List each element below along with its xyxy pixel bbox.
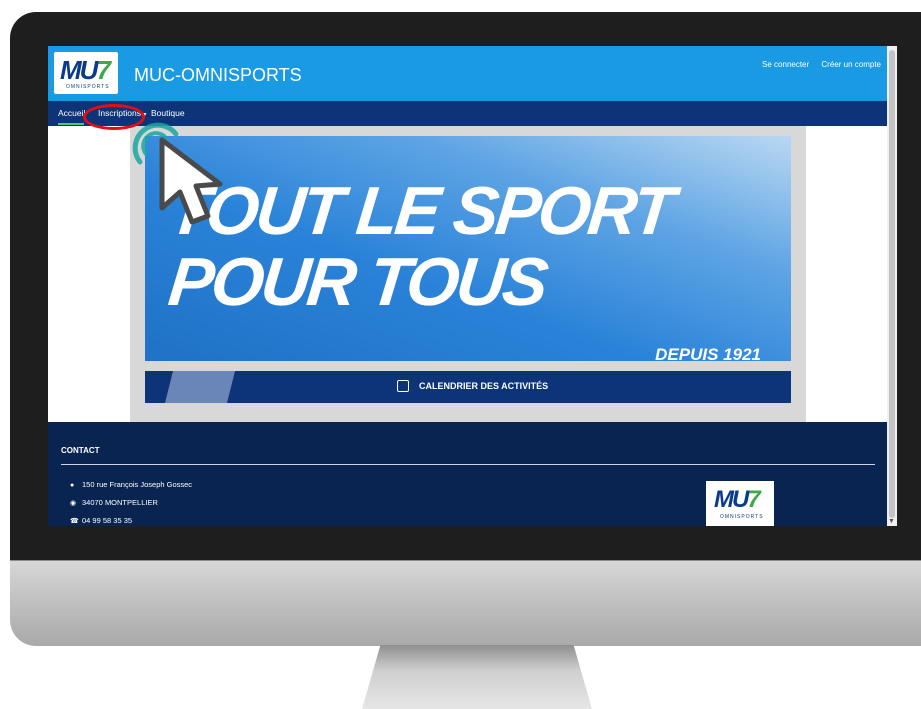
calendar-button[interactable]: CALENDRIER DES ACTIVITÉS: [145, 371, 791, 403]
mouse-pointer-icon: [159, 137, 223, 225]
footer-city-text: 34070 MONTPELLIER: [82, 498, 158, 507]
nav-item-boutique[interactable]: Boutique: [151, 108, 185, 118]
login-link[interactable]: Se connecter: [762, 60, 809, 69]
decorative-stripe: [165, 371, 235, 403]
hero-line-2: POUR TOUS: [165, 244, 550, 320]
site-logo[interactable]: MU7 OMNISPORTS: [54, 52, 118, 94]
footer-address: ● 150 rue François Joseph Gossec: [70, 480, 192, 489]
calendar-icon: [397, 380, 409, 392]
footer-logo: MU7 OMNISPORTS: [706, 481, 774, 526]
footer-logo-subtitle: OMNISPORTS: [720, 514, 764, 520]
logo-subtitle: OMNISPORTS: [66, 84, 110, 90]
footer-divider: [61, 464, 875, 465]
register-link[interactable]: Créer un compte: [821, 60, 881, 69]
account-links: Se connecter Créer un compte: [752, 60, 881, 69]
globe-icon: ◉: [70, 500, 77, 507]
footer-city: ◉ 34070 MONTPELLIER: [70, 498, 158, 507]
phone-icon: ☎: [70, 518, 79, 525]
footer-phone: ☎ 04 99 58 35 35: [70, 516, 132, 525]
scrollbar-thumb[interactable]: [889, 50, 895, 518]
logo-mark: MU7: [60, 55, 111, 85]
hero-since: DEPUIS 1921: [655, 345, 761, 361]
calendar-button-label: CALENDRIER DES ACTIVITÉS: [419, 381, 549, 391]
nav-item-accueil[interactable]: Accueil: [58, 108, 85, 118]
nav-active-indicator: [58, 123, 84, 125]
vertical-scrollbar[interactable]: ▼: [887, 46, 897, 526]
map-marker-icon: ●: [70, 482, 75, 489]
monitor-chin: [10, 560, 921, 646]
site-header: MU7 OMNISPORTS MUC-OMNISPORTS Se connect…: [48, 46, 887, 101]
footer-title: CONTACT: [61, 446, 100, 455]
site-footer: CONTACT ● 150 rue François Joseph Gossec …: [48, 422, 887, 526]
footer-phone-text[interactable]: 04 99 58 35 35: [82, 516, 132, 525]
site-name: MUC-OMNISPORTS: [134, 65, 302, 85]
footer-logo-mark: MU7: [714, 486, 761, 513]
monitor-stand: [362, 645, 592, 709]
footer-address-text: 150 rue François Joseph Gossec: [82, 480, 193, 489]
scroll-down-icon[interactable]: ▼: [888, 518, 895, 525]
